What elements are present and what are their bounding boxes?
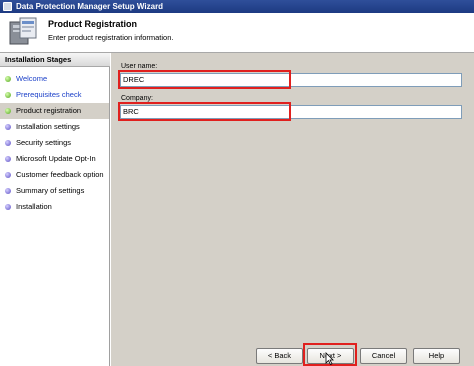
- user-name-label: User name:: [121, 63, 158, 70]
- content-panel: User name: DREC Company: BRC < Back Next…: [111, 53, 474, 366]
- title-bar: Data Protection Manager Setup Wizard: [0, 0, 474, 13]
- stage-prerequisites-check[interactable]: Prerequisites check: [0, 87, 109, 103]
- wizard-header: Product Registration Enter product regis…: [0, 13, 474, 53]
- window-title: Data Protection Manager Setup Wizard: [16, 2, 164, 11]
- stage-customer-feedback: Customer feedback option: [0, 167, 109, 183]
- app-icon: [3, 2, 12, 11]
- cancel-button[interactable]: Cancel: [360, 348, 407, 364]
- mouse-cursor-icon: [325, 352, 334, 365]
- page-title: Product Registration: [48, 19, 138, 29]
- stage-welcome[interactable]: Welcome: [0, 71, 109, 87]
- bullet-icon: [5, 156, 11, 162]
- stage-microsoft-update: Microsoft Update Opt-In: [0, 151, 109, 167]
- back-button[interactable]: < Back: [256, 348, 303, 364]
- stages-sidebar: Installation Stages Welcome Prerequisite…: [0, 53, 110, 366]
- bullet-icon: [5, 188, 11, 194]
- stage-installation-settings: Installation settings: [0, 119, 109, 135]
- computer-setup-icon: [9, 17, 37, 45]
- help-button[interactable]: Help: [413, 348, 460, 364]
- stage-security-settings: Security settings: [0, 135, 109, 151]
- bullet-icon: [5, 76, 11, 82]
- bullet-icon: [5, 124, 11, 130]
- bullet-icon: [5, 204, 11, 210]
- stages-heading: Installation Stages: [0, 53, 110, 67]
- bullet-icon: [5, 172, 11, 178]
- bullet-icon: [5, 108, 11, 114]
- stage-product-registration: Product registration: [0, 103, 109, 119]
- company-label: Company:: [121, 95, 153, 102]
- page-subtitle: Enter product registration information.: [48, 33, 174, 42]
- user-name-highlight: [118, 70, 291, 89]
- bullet-icon: [5, 92, 11, 98]
- stage-installation: Installation: [0, 199, 109, 215]
- stage-summary: Summary of settings: [0, 183, 109, 199]
- company-highlight: [118, 102, 291, 121]
- bullet-icon: [5, 140, 11, 146]
